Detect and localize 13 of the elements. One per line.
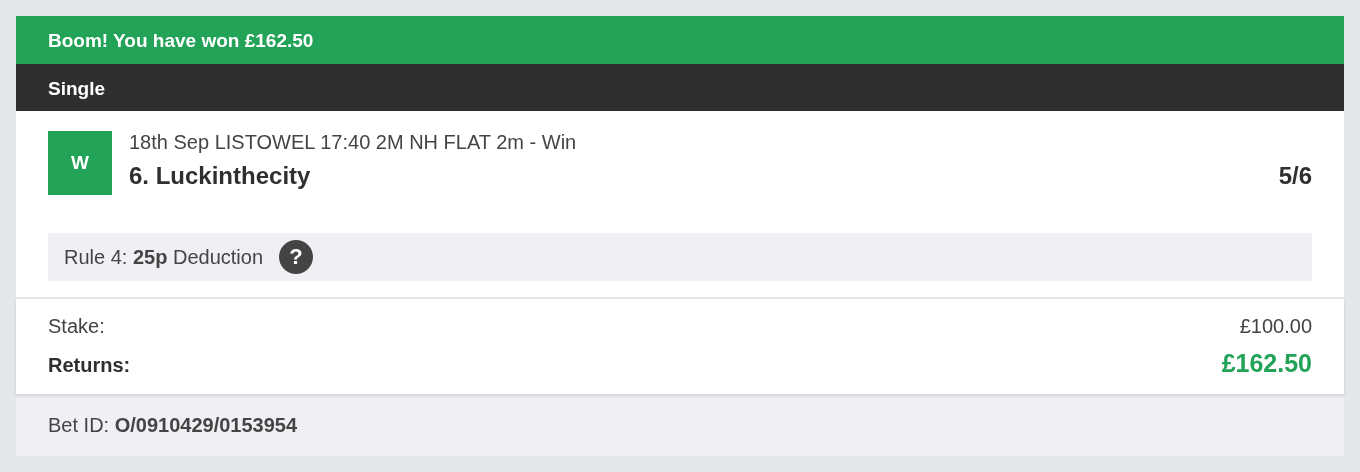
bet-id-text: Bet ID: O/0910429/0153954 bbox=[48, 413, 298, 437]
summary-label: Returns: bbox=[48, 354, 131, 377]
event-text: 18th Sep LISTOWEL 17:40 2M NH FLAT 2m - Win bbox=[129, 131, 578, 153]
bet-type-bar: Single bbox=[16, 64, 1344, 111]
rule4-text: Rule 4: 25p Deduction bbox=[64, 245, 264, 269]
summary-value: £162.50 bbox=[1221, 349, 1312, 378]
result-badge: W bbox=[48, 131, 112, 195]
summary-value: £100.00 bbox=[1239, 315, 1312, 338]
summary-label: Stake: bbox=[48, 315, 105, 338]
win-banner: Boom! You have won £162.50 bbox=[16, 16, 1344, 64]
help-icon[interactable]: ? bbox=[279, 240, 314, 274]
runner-name: 6. Luckinthecity bbox=[129, 162, 311, 190]
odds-text: 5/6 bbox=[1278, 162, 1312, 190]
